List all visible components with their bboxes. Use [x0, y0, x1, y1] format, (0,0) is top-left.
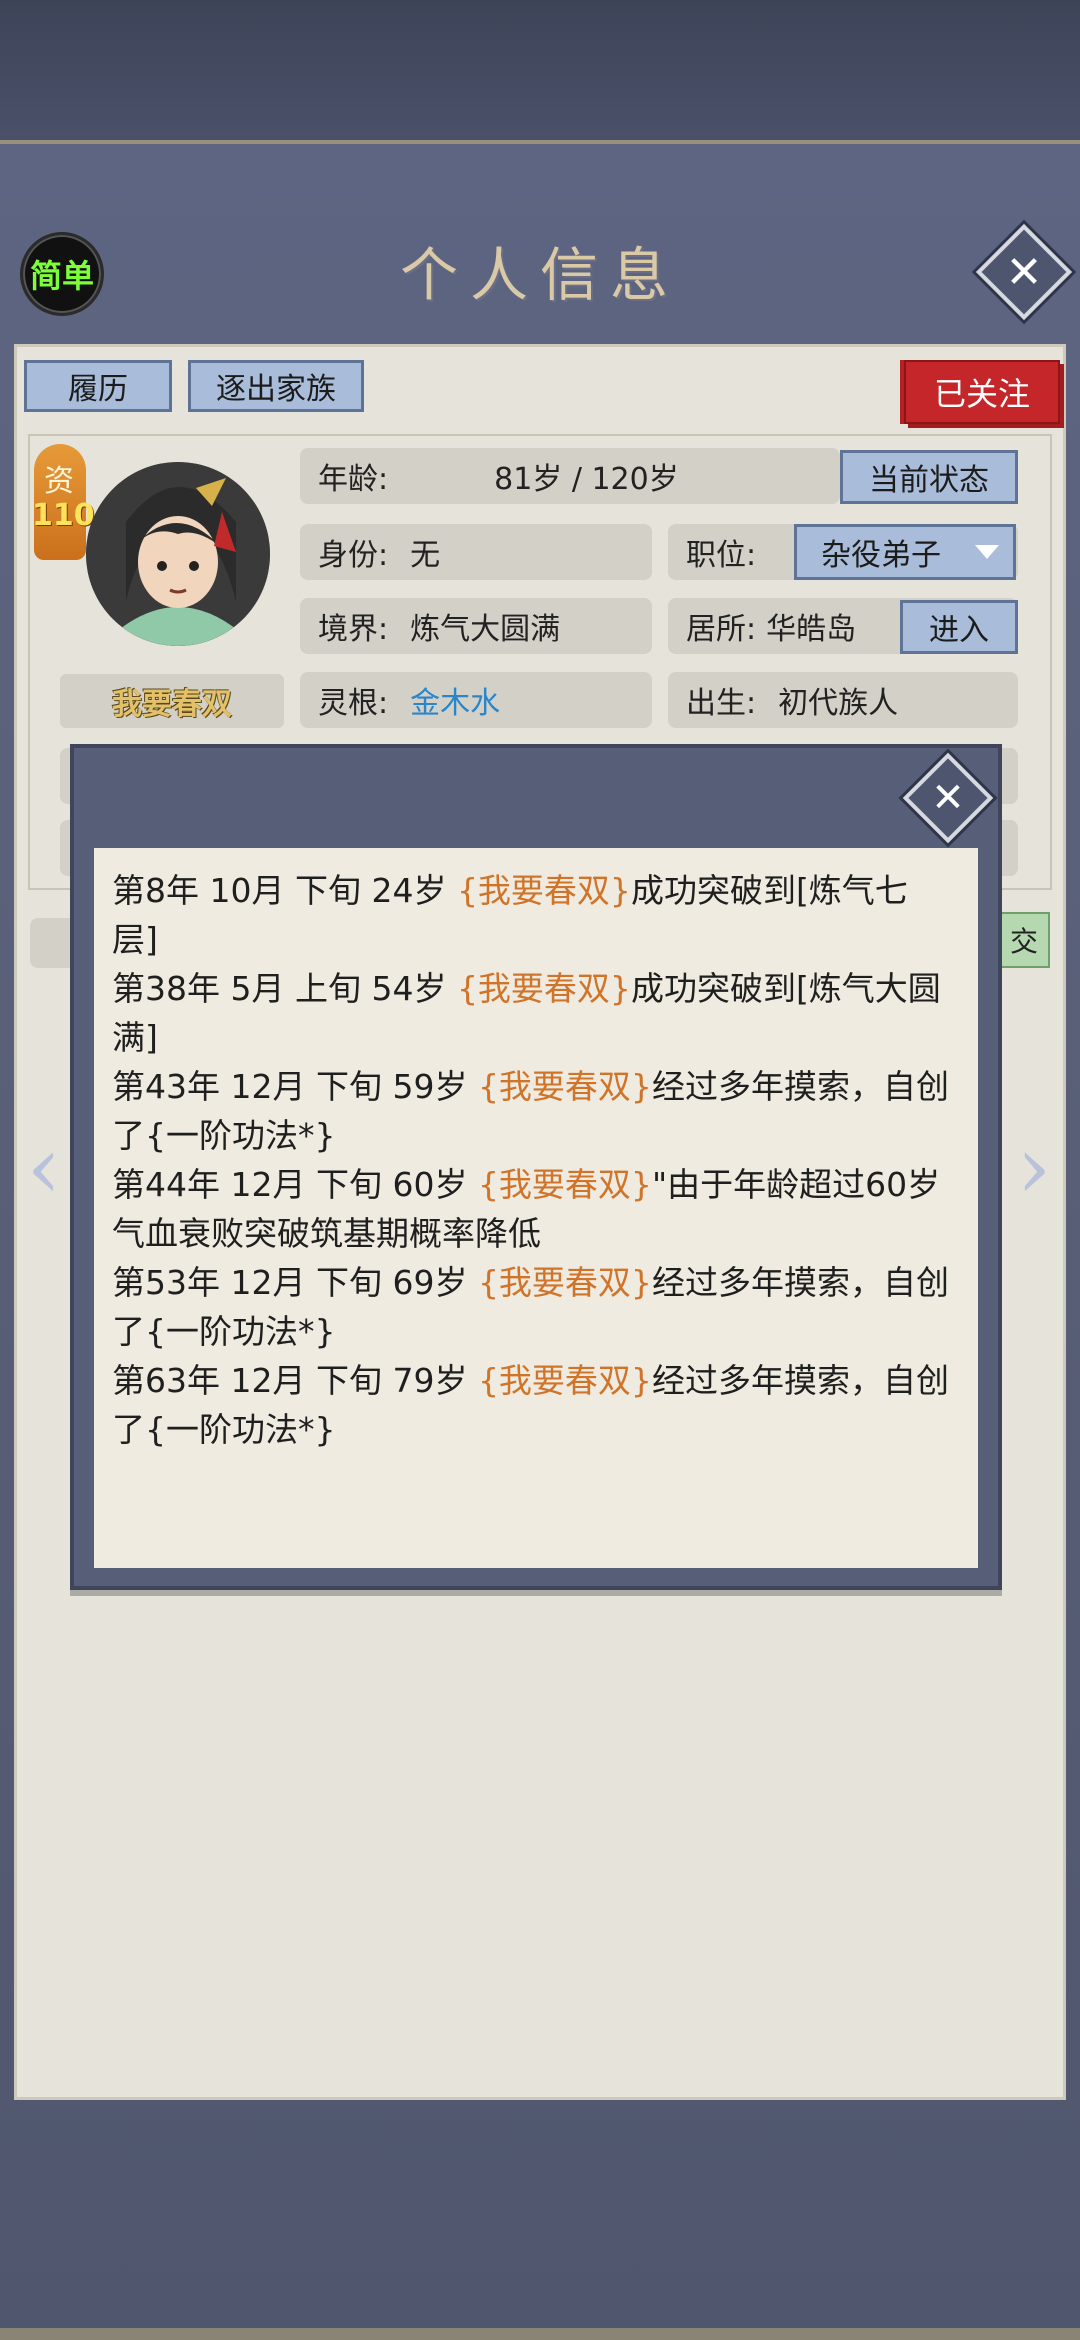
close-icon: ✕ — [1005, 246, 1043, 298]
log-name: {我要春双} — [456, 969, 631, 1008]
log-entry: 第38年 5月 上旬 54岁 {我要春双}成功突破到[炼气大圆满] — [112, 964, 952, 1062]
page-title: 个人信息 — [399, 241, 680, 309]
log-date: 第38年 5月 上旬 54岁 — [112, 969, 457, 1008]
age-value: 81岁 / 120岁 — [494, 462, 679, 497]
position-label: 职位: — [686, 538, 757, 573]
log-name: {我要春双} — [477, 1361, 652, 1400]
history-log: 第8年 10月 下旬 24岁 {我要春双}成功突破到[炼气七层] 第38年 5月… — [112, 866, 952, 1454]
aptitude-label: 资 — [44, 464, 74, 499]
residence-value: 华皓岛 — [766, 612, 857, 647]
log-entry: 第44年 12月 下旬 60岁 {我要春双}"由于年龄超过60岁气血衰败突破筑基… — [112, 1160, 952, 1258]
expel-family-button[interactable]: 逐出家族 — [188, 360, 364, 412]
age-label: 年龄: — [318, 462, 389, 497]
character-name: 我要春双 — [60, 674, 284, 728]
log-entry: 第43年 12月 下旬 59岁 {我要春双}经过多年摸索，自创了{一阶功法*} — [112, 1062, 952, 1160]
log-date: 第53年 12月 下旬 69岁 — [112, 1263, 478, 1302]
identity-value: 无 — [410, 538, 441, 573]
log-date: 第44年 12月 下旬 60岁 — [112, 1165, 478, 1204]
log-entry: 第53年 12月 下旬 69岁 {我要春双}经过多年摸索，自创了{一阶功法*} — [112, 1258, 952, 1356]
realm-field: 境界: 炼气大圆满 — [300, 598, 652, 654]
realm-value: 炼气大圆满 — [410, 612, 561, 647]
chevron-down-icon — [975, 545, 999, 559]
current-status-button[interactable]: 当前状态 — [840, 450, 1018, 504]
identity-label: 身份: — [318, 538, 389, 573]
birth-value: 初代族人 — [778, 686, 899, 721]
log-date: 第63年 12月 下旬 79岁 — [112, 1361, 478, 1400]
character-portrait-icon — [86, 462, 270, 646]
follow-button[interactable]: 已关注 — [904, 360, 1060, 424]
bottom-edge — [0, 2328, 1080, 2340]
position-value: 杂役弟子 — [821, 538, 941, 573]
position-select[interactable]: 杂役弟子 — [794, 524, 1016, 580]
log-name: {我要春双} — [477, 1263, 652, 1302]
realm-label: 境界: — [318, 612, 389, 647]
spirit-root-label: 灵根: — [318, 686, 389, 721]
spirit-root-value: 金木水 — [410, 686, 501, 721]
identity-field: 身份: 无 — [300, 524, 652, 580]
chevron-right-icon[interactable]: › — [1012, 1125, 1056, 1211]
chevron-left-icon[interactable]: ‹ — [22, 1125, 66, 1211]
log-name: {我要春双} — [477, 1165, 652, 1204]
log-entry: 第8年 10月 下旬 24岁 {我要春双}成功突破到[炼气七层] — [112, 866, 952, 964]
enter-residence-button[interactable]: 进入 — [900, 600, 1018, 654]
avatar[interactable] — [86, 462, 270, 646]
residence-label: 居所: — [686, 612, 757, 647]
history-tab-button[interactable]: 履历 — [24, 360, 172, 412]
log-entry: 第63年 12月 下旬 79岁 {我要春双}经过多年摸索，自创了{一阶功法*} — [112, 1356, 952, 1454]
birth-field: 出生: 初代族人 — [668, 672, 1018, 728]
aptitude-value: 110 — [32, 498, 95, 533]
log-date: 第43年 12月 下旬 59岁 — [112, 1067, 478, 1106]
birth-label: 出生: — [686, 686, 757, 721]
top-band — [0, 0, 1080, 144]
log-name: {我要春双} — [456, 871, 631, 910]
log-name: {我要春双} — [477, 1067, 652, 1106]
close-icon: ✕ — [931, 775, 965, 821]
log-date: 第8年 10月 下旬 24岁 — [112, 871, 457, 910]
spirit-root-field: 灵根: 金木水 — [300, 672, 652, 728]
age-field: 年龄: 81岁 / 120岁 — [300, 448, 840, 504]
